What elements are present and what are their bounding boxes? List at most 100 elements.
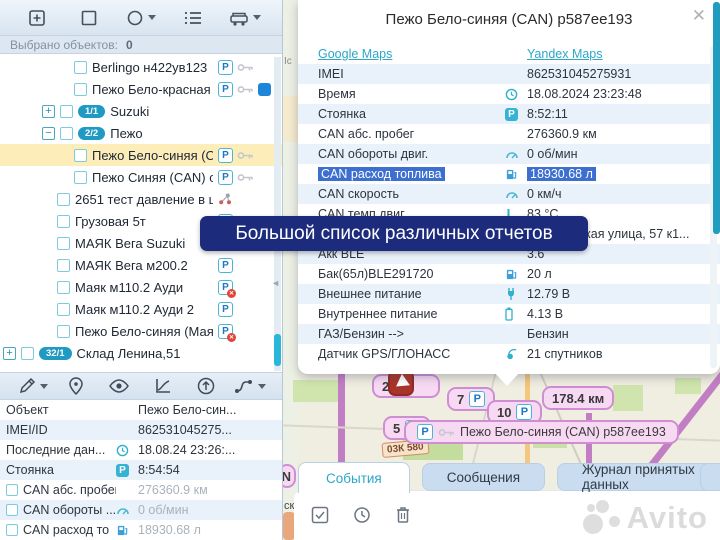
map-street-label-text: Iс bbox=[284, 56, 292, 67]
tab-partial[interactable] bbox=[700, 463, 720, 491]
map-marker[interactable]: 178.4 км bbox=[542, 386, 614, 410]
popup-row[interactable]: Стоянка P 8:52:11 bbox=[298, 104, 720, 124]
popup-row[interactable]: Бак(65л)BLE291720 20 л bbox=[298, 264, 720, 284]
popup-row[interactable]: IMEI 862531045275931 bbox=[298, 64, 720, 84]
popup-row-value: 276360.9 км bbox=[527, 127, 597, 141]
popup-row-label: CAN расход топлива bbox=[318, 167, 445, 181]
tree-checkbox[interactable] bbox=[74, 61, 87, 74]
select-area-button[interactable] bbox=[68, 8, 111, 28]
popup-row[interactable]: CAN скорость 0 км/ч bbox=[298, 184, 720, 204]
popup-row[interactable]: CAN расход топлива 18930.68 л bbox=[298, 164, 720, 184]
tree-checkbox[interactable] bbox=[57, 215, 70, 228]
tab[interactable]: События bbox=[298, 462, 410, 493]
info-row-value: 18930.68 л bbox=[138, 523, 276, 537]
yandex-maps-link[interactable]: Yandex Maps bbox=[527, 47, 603, 61]
google-maps-link[interactable]: Google Maps bbox=[318, 47, 392, 61]
popup-row[interactable]: Внешнее питание 12.79 В bbox=[298, 284, 720, 304]
circle-filter-button[interactable] bbox=[120, 8, 163, 28]
popup-row-value: Бензин bbox=[527, 327, 569, 341]
info-row[interactable]: Объект Пежо Бело-син... bbox=[0, 400, 282, 420]
tree-checkbox[interactable] bbox=[57, 325, 70, 338]
history-icon[interactable] bbox=[352, 505, 372, 528]
info-row-label: CAN расход то bbox=[23, 523, 116, 537]
edit-button[interactable] bbox=[14, 376, 51, 396]
map-marker[interactable]: 2 P bbox=[372, 374, 440, 398]
tree-item[interactable]: Berlingo н422ув123 P bbox=[0, 56, 282, 78]
tree-item-label: МАЯК Вега Suzuki bbox=[75, 236, 185, 251]
parking-icon: P bbox=[218, 258, 233, 273]
visibility-button[interactable] bbox=[101, 378, 138, 394]
info-row[interactable]: CAN абс. пробег 276360.9 км bbox=[0, 480, 282, 500]
parking-icon: P bbox=[218, 170, 233, 185]
add-object-button[interactable] bbox=[16, 8, 59, 28]
tree-checkbox[interactable] bbox=[57, 281, 70, 294]
tree-item[interactable]: МАЯК Вега м200.2 P bbox=[0, 254, 282, 276]
select-all-icon[interactable] bbox=[310, 505, 330, 528]
tree-item[interactable]: + 1/1 Suzuki bbox=[0, 100, 282, 122]
delete-icon[interactable] bbox=[394, 505, 412, 528]
tree-checkbox[interactable] bbox=[60, 105, 73, 118]
tree-checkbox[interactable] bbox=[21, 347, 34, 360]
sensor-checkbox[interactable] bbox=[6, 504, 18, 516]
tab[interactable]: Журнал принятых данных bbox=[557, 463, 720, 491]
chart-button[interactable] bbox=[144, 376, 181, 396]
popup-row[interactable]: CAN обороты двиг. 0 об/мин bbox=[298, 144, 720, 164]
tree-checkbox[interactable] bbox=[74, 149, 87, 162]
popup-row-value: 4.13 В bbox=[527, 307, 563, 321]
info-row[interactable]: Стоянка P 8:54:54 bbox=[0, 460, 282, 480]
sensor-icon bbox=[218, 192, 232, 206]
sensor-checkbox[interactable] bbox=[6, 524, 18, 536]
tree-item[interactable]: + 32/1 Склад Ленина,51 bbox=[0, 342, 282, 364]
close-icon[interactable]: ✕ bbox=[692, 7, 706, 24]
info-row[interactable]: CAN расход то 18930.68 л bbox=[0, 520, 282, 540]
tree-item[interactable]: − 2/2 Пежо bbox=[0, 122, 282, 144]
battery-icon bbox=[505, 307, 527, 321]
info-row[interactable]: CAN обороты ... 0 об/мин bbox=[0, 500, 282, 520]
gauge-icon bbox=[505, 149, 527, 160]
tree-checkbox[interactable] bbox=[57, 303, 70, 316]
tree-checkbox[interactable] bbox=[74, 171, 87, 184]
info-row[interactable]: IMEI/ID 862531045275... bbox=[0, 420, 282, 440]
expander-icon[interactable]: − bbox=[42, 127, 55, 140]
tree-checkbox[interactable] bbox=[74, 83, 87, 96]
tree-item[interactable]: Маяк м110.2 Ауди P bbox=[0, 276, 282, 298]
info-row[interactable]: Последние дан... 18.08.24 23:26:... bbox=[0, 440, 282, 460]
list-view-button[interactable] bbox=[171, 8, 214, 28]
tree-item-label: Пежо Синяя (CAN) с bbox=[92, 170, 213, 185]
tree-item[interactable]: Пежо Синяя (CAN) с P bbox=[0, 166, 282, 188]
tree-checkbox[interactable] bbox=[57, 193, 70, 206]
popup-row[interactable]: Датчик GPS/ГЛОНАСС 21 спутников bbox=[298, 344, 720, 364]
popup-row[interactable]: Время 18.08.2024 23:23:48 bbox=[298, 84, 720, 104]
tree-item-label: Пежо bbox=[110, 126, 142, 141]
tree-checkbox[interactable] bbox=[60, 127, 73, 140]
tree-checkbox[interactable] bbox=[57, 259, 70, 272]
tree-item[interactable]: Пежо Бело-синяя (Мая P bbox=[0, 320, 282, 342]
tree-scrollbar-thumb[interactable] bbox=[274, 334, 281, 366]
popup-row[interactable]: CAN абс. пробег 276360.9 км bbox=[298, 124, 720, 144]
map-marker[interactable]: Пежо Бело-синяя (CAN) p587ee193 P bbox=[404, 420, 679, 444]
tree-item[interactable]: Пежо Бело-красная P bbox=[0, 78, 282, 100]
info-row-value: 862531045275... bbox=[138, 423, 276, 437]
bluebox-icon bbox=[258, 83, 271, 96]
vehicle-filter-button[interactable] bbox=[223, 9, 266, 27]
tree-checkbox[interactable] bbox=[57, 237, 70, 250]
marker-label: 10 bbox=[497, 405, 511, 420]
expander-icon[interactable]: + bbox=[3, 347, 16, 360]
tree-item[interactable]: Пежо Бело-синяя (С P bbox=[0, 144, 282, 166]
sensor-checkbox[interactable] bbox=[6, 484, 18, 496]
info-row-value: 8:54:54 bbox=[138, 463, 276, 477]
tree-scrollbar[interactable] bbox=[274, 57, 281, 371]
expander-icon[interactable]: + bbox=[42, 105, 55, 118]
send-up-button[interactable] bbox=[187, 376, 224, 396]
popup-scrollbar-thumb[interactable] bbox=[713, 2, 720, 234]
popup-row-label: Датчик GPS/ГЛОНАСС bbox=[318, 347, 450, 361]
location-button[interactable] bbox=[57, 376, 94, 396]
plug-icon bbox=[505, 287, 527, 301]
popup-row[interactable]: Внутреннее питание 4.13 В bbox=[298, 304, 720, 324]
route-button[interactable] bbox=[231, 376, 268, 396]
popup-row[interactable]: ГАЗ/Бензин --> Бензин bbox=[298, 324, 720, 344]
tab[interactable]: Сообщения bbox=[422, 463, 545, 491]
tree-item[interactable]: Маяк м110.2 Ауди 2 P bbox=[0, 298, 282, 320]
tree-item[interactable]: 2651 тест давление в ш bbox=[0, 188, 282, 210]
collapse-sidebar-icon[interactable]: ◄ bbox=[271, 278, 280, 288]
